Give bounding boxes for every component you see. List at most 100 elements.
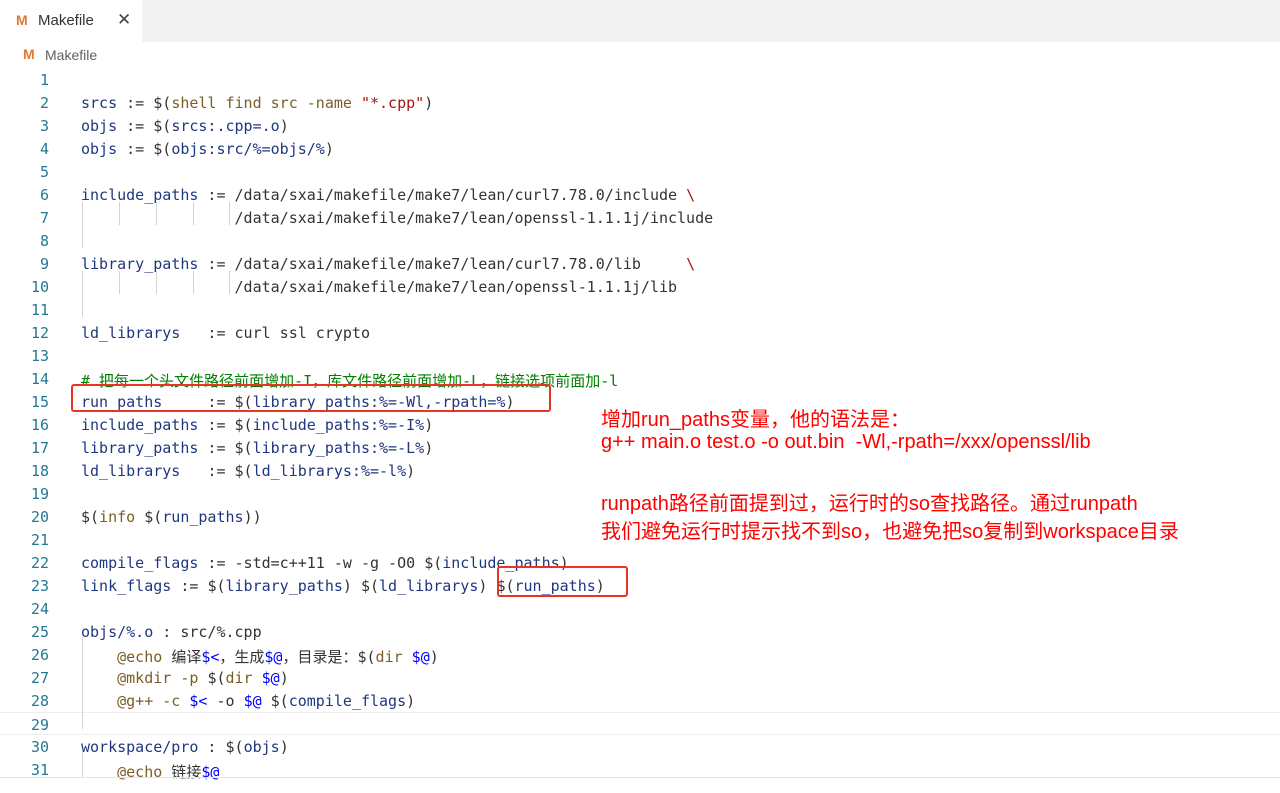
code-text[interactable]: @echo 编译$<，生成$@，目录是：$(dir $@) bbox=[81, 646, 439, 667]
code-token: : bbox=[198, 738, 226, 756]
code-line[interactable]: 2 srcs := $(shell find src -name "*.cpp") bbox=[0, 91, 1280, 114]
code-text[interactable]: objs := $(srcs:.cpp=.o) bbox=[81, 117, 289, 135]
line-number: 17 bbox=[30, 439, 49, 457]
code-line[interactable]: 18 ld_librarys := $(ld_librarys:%=-l%) bbox=[0, 459, 1280, 482]
run-paths-usage-highlight-box bbox=[497, 566, 628, 597]
line-number: 10 bbox=[30, 278, 49, 296]
code-line[interactable]: 26 @echo 编译$<，生成$@，目录是：$(dir $@) bbox=[0, 643, 1280, 666]
code-token: := bbox=[198, 416, 235, 434]
line-number: 16 bbox=[30, 416, 49, 434]
code-token: \ bbox=[686, 186, 696, 204]
makefile-icon: M bbox=[23, 46, 35, 62]
code-line[interactable]: 10 /data/sxai/makefile/make7/lean/openss… bbox=[0, 275, 1280, 298]
line-number: 13 bbox=[30, 347, 49, 365]
code-text[interactable]: ld_librarys := curl ssl crypto bbox=[81, 324, 370, 342]
code-text[interactable]: objs := $(objs:src/%=objs/%) bbox=[81, 140, 334, 158]
code-line[interactable]: 8 bbox=[0, 229, 1280, 252]
code-line[interactable]: 12 ld_librarys := curl ssl crypto bbox=[0, 321, 1280, 344]
code-token: := bbox=[117, 94, 154, 112]
code-line[interactable]: 3 objs := $(srcs:.cpp=.o) bbox=[0, 114, 1280, 137]
code-line[interactable]: 1 bbox=[0, 68, 1280, 91]
code-token: $( bbox=[144, 508, 163, 526]
code-text[interactable]: $(info $(run_paths)) bbox=[81, 508, 262, 526]
breadcrumb-item-makefile[interactable]: Makefile bbox=[45, 47, 97, 63]
code-line[interactable]: 11 bbox=[0, 298, 1280, 321]
editor-bottom-border bbox=[0, 777, 1280, 778]
code-token: "*.cpp" bbox=[360, 94, 425, 112]
code-token: ) bbox=[406, 692, 416, 710]
code-token: := -std=c++11 -w -g -O0 bbox=[198, 554, 425, 572]
code-text[interactable]: include_paths := /data/sxai/makefile/mak… bbox=[81, 186, 695, 204]
code-text[interactable]: objs/%.o : src/%.cpp bbox=[81, 623, 262, 641]
annotation-note: 我们避免运行时提示找不到so，也避免把so复制到workspace目录 bbox=[601, 521, 1179, 543]
code-token: := bbox=[171, 577, 208, 595]
code-line[interactable]: 13 bbox=[0, 344, 1280, 367]
code-token: ，生成 bbox=[219, 648, 265, 666]
indent-guide bbox=[82, 202, 83, 248]
code-line[interactable]: 23 link_flags := $(library_paths) $(ld_li… bbox=[0, 574, 1280, 597]
code-token: $( bbox=[424, 554, 443, 572]
line-number: 9 bbox=[39, 255, 49, 273]
code-text[interactable]: compile_flags := -std=c++11 -w -g -O0 $(… bbox=[81, 554, 569, 572]
code-text[interactable]: library_paths := $(library_paths:%=-L%) bbox=[81, 439, 433, 457]
code-token: @mkdir -p bbox=[81, 669, 208, 687]
code-token: ) bbox=[279, 669, 289, 687]
code-text[interactable]: /data/sxai/makefile/make7/lean/openssl-1… bbox=[81, 209, 714, 227]
line-number: 6 bbox=[39, 186, 49, 204]
code-line[interactable]: 7 /data/sxai/makefile/make7/lean/openssl… bbox=[0, 206, 1280, 229]
code-line[interactable]: 22 compile_flags := -std=c++11 -w -g -O0 … bbox=[0, 551, 1280, 574]
code-token: ) bbox=[424, 439, 434, 457]
code-token: $( bbox=[207, 669, 226, 687]
code-text[interactable]: include_paths := $(include_paths:%=-I%) bbox=[81, 416, 433, 434]
code-line[interactable]: 5 bbox=[0, 160, 1280, 183]
line-number: 4 bbox=[39, 140, 49, 158]
line-number: 21 bbox=[30, 531, 49, 549]
code-token: := /data/sxai/makefile/make7/lean/curl7.… bbox=[198, 186, 687, 204]
code-token: -o bbox=[207, 692, 244, 710]
code-text[interactable]: workspace/pro : $(objs) bbox=[81, 738, 289, 756]
code-line[interactable]: 4 objs := $(objs:src/%=objs/%) bbox=[0, 137, 1280, 160]
code-text[interactable]: ld_librarys := $(ld_librarys:%=-l%) bbox=[81, 462, 415, 480]
code-text[interactable]: @echo 链接$@ bbox=[81, 761, 219, 782]
code-text[interactable]: @g++ -c $< -o $@ $(compile_flags) bbox=[81, 692, 415, 710]
code-line[interactable]: 28 @g++ -c $< -o $@ $(compile_flags) bbox=[0, 689, 1280, 712]
code-token: objs/%.o bbox=[81, 623, 154, 641]
code-token: := bbox=[117, 140, 154, 158]
code-token: @echo bbox=[81, 763, 172, 781]
code-line[interactable]: 9 library_paths := /data/sxai/makefile/ma… bbox=[0, 252, 1280, 275]
code-token: $( bbox=[225, 738, 244, 756]
code-line[interactable]: 25 objs/%.o : src/%.cpp bbox=[0, 620, 1280, 643]
code-token: $( bbox=[360, 577, 380, 595]
code-token: workspace/pro bbox=[81, 738, 199, 756]
code-line[interactable]: 24 bbox=[0, 597, 1280, 620]
code-token: @g++ -c bbox=[81, 692, 190, 710]
line-number: 30 bbox=[30, 738, 49, 756]
code-text[interactable]: @mkdir -p $(dir $@) bbox=[81, 669, 289, 687]
code-token: ) bbox=[324, 140, 334, 158]
indent-guide bbox=[193, 271, 194, 294]
code-token: run_paths bbox=[162, 508, 244, 526]
code-token: := bbox=[180, 462, 235, 480]
code-token: ) bbox=[406, 462, 416, 480]
code-token: ld_librarys bbox=[81, 324, 181, 342]
code-text[interactable]: /data/sxai/makefile/make7/lean/openssl-1… bbox=[81, 278, 678, 296]
code-line[interactable]: 30 workspace/pro : $(objs) bbox=[0, 735, 1280, 758]
code-line[interactable]: 29 bbox=[0, 712, 1280, 735]
code-text[interactable]: library_paths := /data/sxai/makefile/mak… bbox=[81, 255, 695, 273]
breadcrumb bbox=[0, 42, 1280, 68]
code-text[interactable]: srcs := $(shell find src -name "*.cpp") bbox=[81, 94, 433, 112]
indent-guide bbox=[156, 271, 157, 294]
line-number: 20 bbox=[30, 508, 49, 526]
code-line[interactable]: 27 @mkdir -p $(dir $@) bbox=[0, 666, 1280, 689]
code-token: 链接 bbox=[171, 763, 202, 781]
code-token: $@ bbox=[243, 692, 262, 710]
code-line[interactable]: 6 include_paths := /data/sxai/makefile/ma… bbox=[0, 183, 1280, 206]
tab-label: Makefile bbox=[38, 12, 94, 29]
tab-makefile[interactable]: M Makefile ✕ bbox=[0, 0, 142, 42]
code-token: @echo bbox=[81, 648, 172, 666]
makefile-icon: M bbox=[16, 12, 28, 28]
code-token: compile_flags bbox=[81, 554, 199, 572]
close-icon[interactable]: ✕ bbox=[117, 10, 131, 30]
code-token: ld_librarys bbox=[379, 577, 479, 595]
